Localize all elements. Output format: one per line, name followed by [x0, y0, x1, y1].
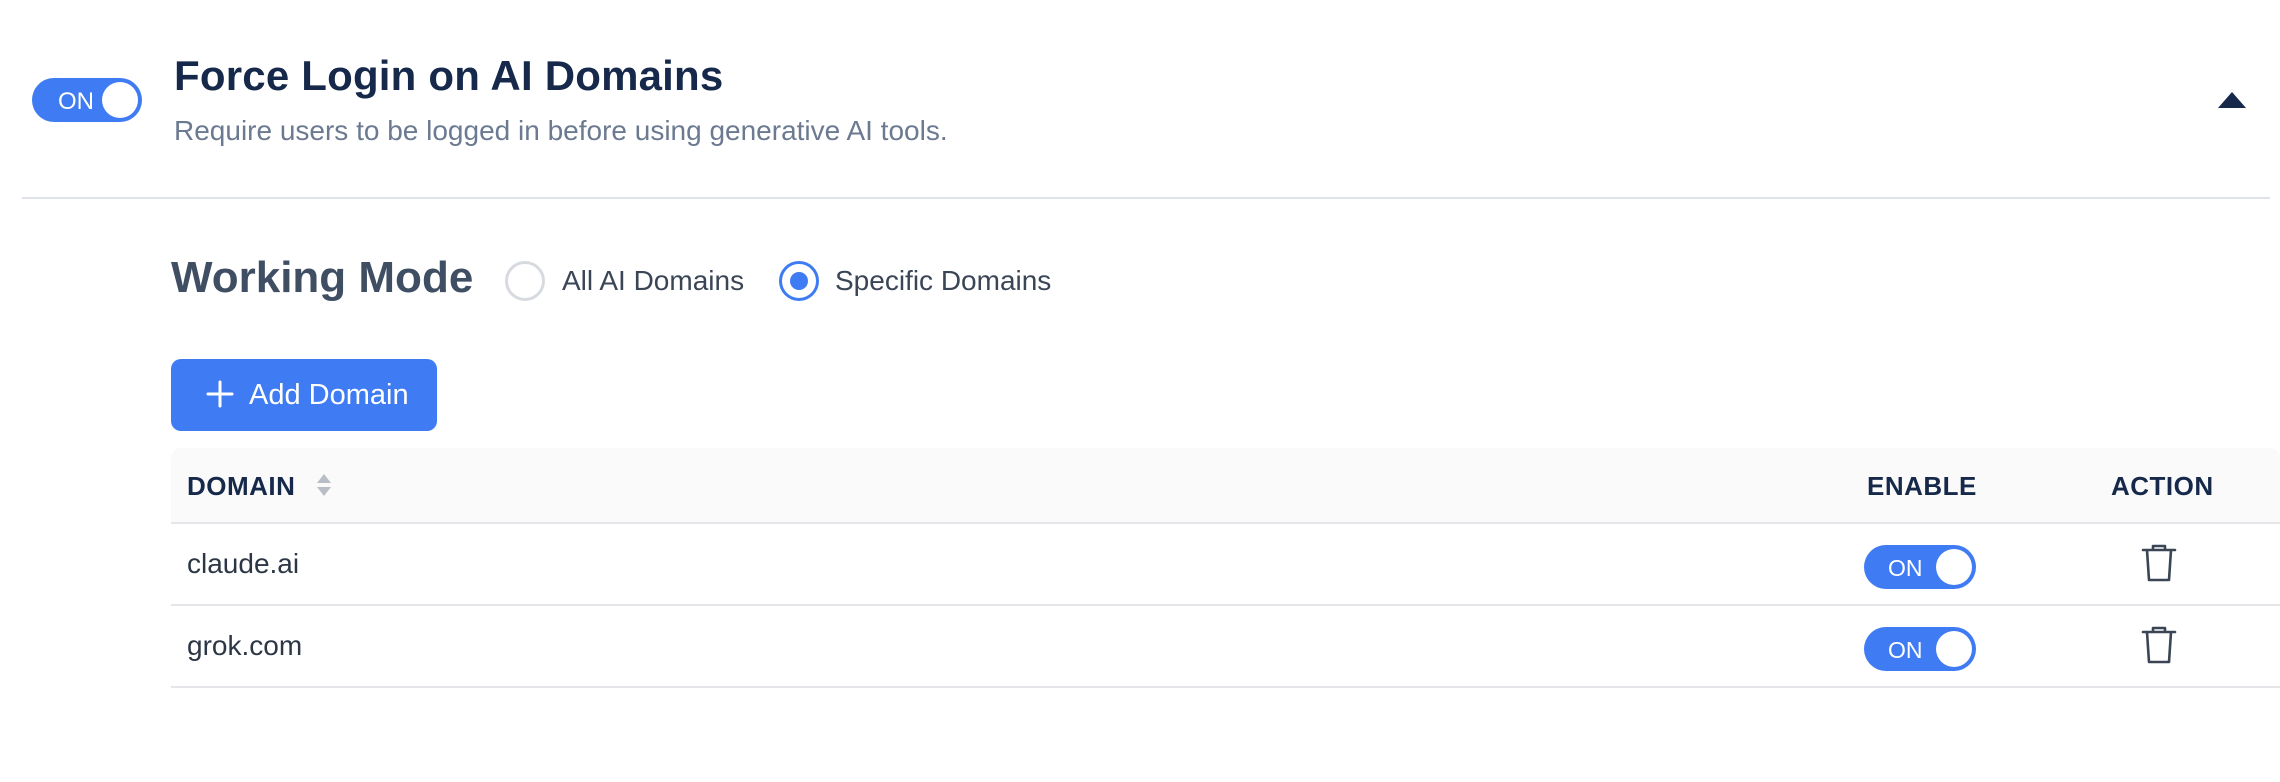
- plus-icon: [206, 380, 234, 408]
- working-mode-label: Working Mode: [171, 253, 474, 302]
- radio-all-ai-domains[interactable]: [505, 261, 545, 301]
- enable-toggle[interactable]: ON: [1864, 627, 1976, 671]
- toggle-knob: [102, 82, 138, 118]
- enable-toggle[interactable]: ON: [1864, 545, 1976, 589]
- page-title: Force Login on AI Domains: [174, 52, 724, 99]
- sort-icon[interactable]: [315, 472, 333, 498]
- toggle-label: ON: [1888, 555, 1923, 581]
- add-domain-button[interactable]: Add Domain: [171, 359, 437, 431]
- trash-icon[interactable]: [2141, 625, 2177, 665]
- toggle-label: ON: [58, 88, 94, 115]
- radio-specific-domains[interactable]: [779, 261, 819, 301]
- settings-header: ON Force Login on AI Domains Require use…: [0, 0, 2280, 198]
- column-header-domain[interactable]: DOMAIN: [187, 471, 295, 502]
- caret-up-icon[interactable]: [2216, 88, 2248, 112]
- page-subtitle: Require users to be logged in before usi…: [174, 115, 948, 146]
- add-domain-button-label: Add Domain: [249, 379, 409, 411]
- column-header-action: ACTION: [2111, 471, 2214, 501]
- domain-cell: grok.com: [187, 630, 303, 661]
- radio-selected-dot: [790, 272, 808, 290]
- toggle-knob: [1936, 549, 1972, 585]
- toggle-knob: [1936, 631, 1972, 667]
- radio-all-ai-domains-label[interactable]: All AI Domains: [562, 265, 744, 297]
- table-row: claude.ai ON: [171, 524, 2280, 606]
- trash-icon[interactable]: [2141, 543, 2177, 583]
- force-login-toggle[interactable]: ON: [32, 78, 142, 122]
- toggle-label: ON: [1888, 637, 1923, 663]
- domain-cell: claude.ai: [187, 548, 300, 579]
- section-divider: [22, 197, 2270, 199]
- column-header-enable: ENABLE: [1867, 471, 1977, 501]
- table-row: grok.com ON: [171, 606, 2280, 688]
- table-header: DOMAIN ENABLE ACTION: [171, 448, 2280, 524]
- radio-specific-domains-label[interactable]: Specific Domains: [835, 265, 1051, 297]
